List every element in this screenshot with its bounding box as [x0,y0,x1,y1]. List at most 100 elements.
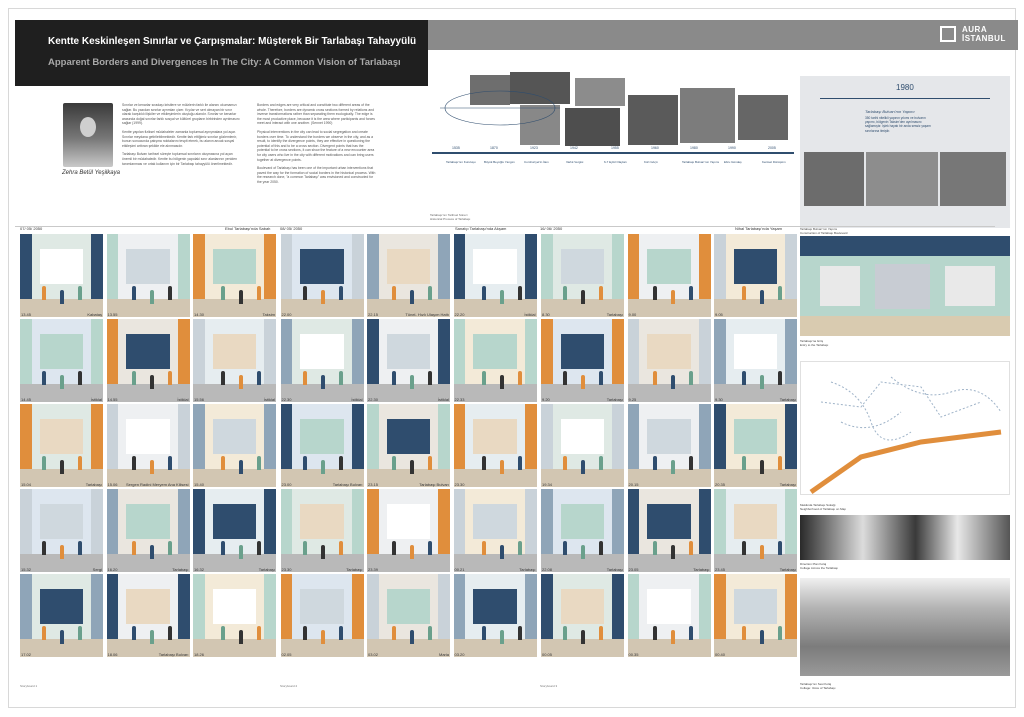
storyboard-frame [280,489,364,572]
frame-time: 9.05 [715,312,723,317]
storyboard-frame [627,489,711,572]
frame-time: 22.00 [281,312,292,317]
storyboard-frame [367,319,450,402]
frame-time: 18.26 [194,652,205,657]
map-drawing [809,376,1002,495]
timeline-label: Büyük Beyoğlu Yangını [484,160,515,164]
boulevard-photo [804,152,864,206]
frame-location: Maria [438,652,449,657]
frame-location: İstiklal [524,312,536,317]
storyboard-frame [714,574,797,657]
storyboard-frame [106,489,190,572]
year-highlight: 1980 [896,83,914,92]
storyboard-frame [367,404,450,487]
frame-time: 22.33 [454,397,465,402]
boulevard-photo [940,152,1006,206]
frame-time: 00.40 [715,652,726,657]
storyboard-frame [367,234,450,317]
timeline-label: Tarlabaşı'nın Kuruluşu [446,160,476,164]
frame-time: 00.21 [454,567,465,572]
storyboard-frame [20,319,103,402]
storyboard-frame [367,489,450,572]
frame-time: 03.20 [454,652,465,657]
logo-line-1: AURA [962,25,988,34]
storyboard-frame [453,489,537,572]
frame-time: 17.02 [21,652,32,657]
timeline-year: 1960 [651,146,659,150]
storyboard-frame [541,319,624,402]
storyboard-caption: Storyboard 1 [20,684,38,688]
timeline-label: Kürt Göçü [644,160,658,164]
frame-location: Tarlabaşı [258,567,275,572]
timeline-circle [440,90,560,126]
text-column-english: Borders and edges are very critical and … [257,103,377,185]
side-illustration [800,236,1010,336]
storyboard-frame [453,574,537,657]
timeline-photo [628,95,678,145]
frame-location: Tarlabaşı [779,482,796,487]
storyboard-frame [20,234,103,317]
frame-location: İstiklal [90,397,102,402]
storyboard-frame [627,234,711,317]
timeline-year: 1535 [452,146,460,150]
caption-en: Construction of Tarlabaşı Boulevard [800,231,848,235]
street-collage [800,578,1010,676]
frame-location: Tarlabaşı Bulvarı [158,652,189,657]
frame-time: 23.00 [281,482,292,487]
storyboard-frame [714,234,797,317]
frame-location: İstiklal [437,397,449,402]
frame-time: 00.35 [628,652,639,657]
frame-time: 15.04 [21,482,32,487]
title-block [15,20,428,86]
timeline-year: 1942 [570,146,578,150]
frame-time: 00.05 [542,652,553,657]
storyboard-title: Sanatçı Tarlabaşı'nda Akşam [455,226,507,231]
frame-time: 14.55 [107,397,118,402]
side-caption: Direction Plan Kolaj Collage Across the … [800,562,838,570]
storyboard-frame [627,319,711,402]
frame-location: Tarlabaşı [606,397,623,402]
timeline-label: Varlık Vergisi [566,160,584,164]
paragraph: Borders and edges are very critical and … [257,103,375,126]
paragraph: Kentte yapılan fiziksel müdahaleler zama… [122,129,237,148]
frame-time: 16.20 [107,567,118,572]
timeline-year: 1955 [611,146,619,150]
frame-time: 19.34 [542,482,553,487]
timeline-year: 1870 [490,146,498,150]
frame-time: 15.40 [194,482,205,487]
storyboard-frame [453,234,537,317]
storyboard-frame [541,404,624,487]
storyboard-frame [714,489,797,572]
storyboard-frame [193,489,276,572]
timeline-caption: Tarlabaşı'nın Tarihsel Süreci Historical… [430,213,470,221]
storyboard-frame [541,574,624,657]
storyboard-frame [20,404,103,487]
boulevard-photo [866,152,938,206]
frame-time: 22.20 [454,312,465,317]
frame-time: 9.30 [715,397,723,402]
frame-time: 15.06 [107,482,118,487]
side-caption: Tarlabaşı Bulvarı'nın Yapımı Constructio… [800,227,847,235]
frame-time: 22.08 [542,567,553,572]
timeline-label: Cumhuriyet'in İlanı [524,160,549,164]
text-column-turkish: Sınırlar ve kenarlar sıradaşı kristlere … [122,103,240,166]
storyboard-frame [20,574,103,657]
collage-strip [800,515,1010,560]
storyboard-frame [280,319,364,402]
timeline-axis [432,152,794,154]
storyboard-frame [714,404,797,487]
timeline-year: 1980 [690,146,698,150]
frame-location: Tarlabaşı [85,482,102,487]
storyboard-date: 16/ 06/ 2050 [540,226,563,231]
frame-time: 15.56 [194,397,205,402]
storyboard-frame [280,404,364,487]
frame-location: İstiklal [263,397,275,402]
frame-time: 23.30 [281,567,292,572]
timeline-year: 1923 [530,146,538,150]
caption-en: Entry to the Tarlabaşı [800,343,829,347]
frame-time: 02.05 [281,652,292,657]
year-rule [820,98,990,99]
frame-time: 23.45 [715,567,726,572]
frame-location: Tünel- Hızlı Ulaşım Hattı [405,312,449,317]
frame-time: 22.30 [368,397,379,402]
